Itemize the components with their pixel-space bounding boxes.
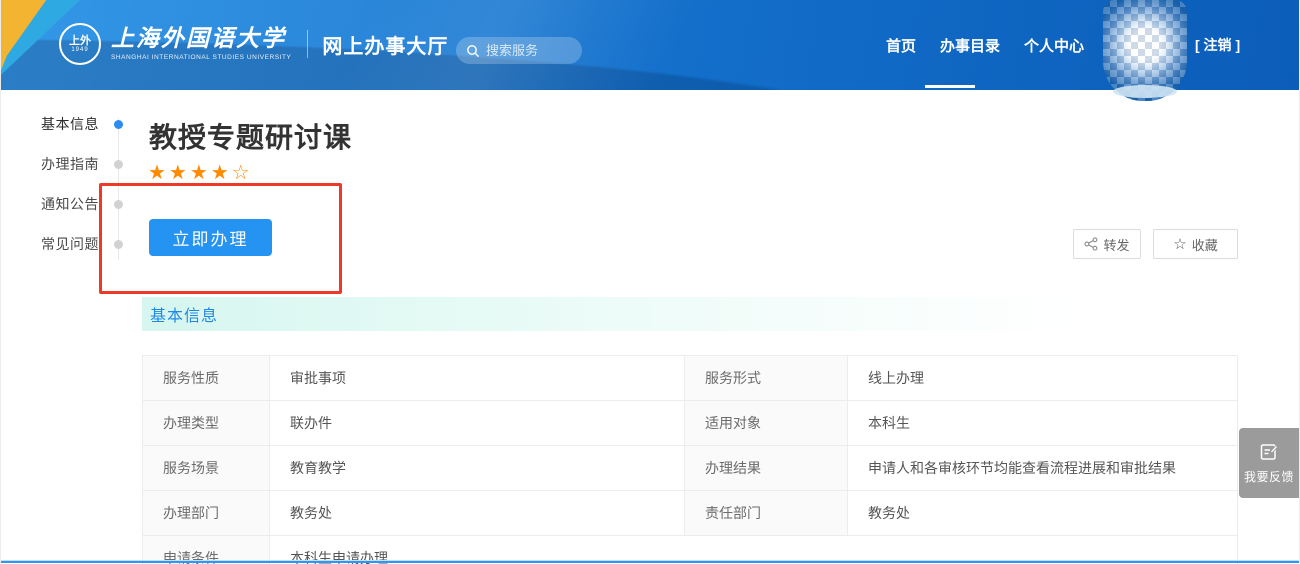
table-label: 服务性质 <box>143 356 270 401</box>
seal-text: 上外 <box>69 35 91 47</box>
table-label: 适用对象 <box>685 401 848 446</box>
search-input[interactable] <box>486 43 566 58</box>
table-value: 本科生 <box>848 401 1238 446</box>
share-button[interactable]: 转发 <box>1073 229 1141 259</box>
table-label: 服务场景 <box>143 446 270 491</box>
share-label: 转发 <box>1103 235 1129 254</box>
sidebar-item-notices[interactable]: 通知公告 <box>41 184 137 224</box>
top-header: 上外 1949 上海外国语大学 SHANGHAI INTERNATIONAL S… <box>1 0 1300 90</box>
university-logo-group[interactable]: 上外 1949 上海外国语大学 SHANGHAI INTERNATIONAL S… <box>59 23 448 65</box>
logout-link[interactable]: [ 注销 ] <box>1195 0 1240 90</box>
table-value: 线上办理 <box>848 356 1238 401</box>
sidebar-dot-icon <box>114 200 123 209</box>
portal-title: 网上办事大厅 <box>322 30 448 59</box>
sidebar-item-label: 办理指南 <box>41 154 99 174</box>
sidebar-item-label: 常见问题 <box>41 234 99 254</box>
section-sidebar: 基本信息 办理指南 通知公告 常见问题 <box>41 104 137 264</box>
sidebar-item-label: 通知公告 <box>41 194 99 214</box>
search-icon <box>466 44 480 58</box>
rating-stars: ★★★★☆ <box>148 162 253 184</box>
sidebar-item-guide[interactable]: 办理指南 <box>41 144 137 184</box>
section-header-basic-info: 基本信息 <box>142 297 1238 331</box>
seal-year: 1949 <box>71 47 88 54</box>
section-title: 基本信息 <box>150 302 218 326</box>
page-title: 教授专题研讨课 <box>149 116 352 156</box>
table-label: 责任部门 <box>685 491 848 536</box>
sidebar-item-faq[interactable]: 常见问题 <box>41 224 137 264</box>
table-value: 教务处 <box>848 491 1238 536</box>
table-value: 审批事项 <box>270 356 685 401</box>
feedback-button[interactable]: 我要反馈 <box>1239 428 1299 498</box>
favorite-button[interactable]: ☆ 收藏 <box>1153 229 1238 259</box>
nav-item-home[interactable]: 首页 <box>886 35 916 56</box>
search-box[interactable] <box>456 37 582 64</box>
sidebar-dot-icon <box>114 120 123 129</box>
sidebar-item-basic-info[interactable]: 基本信息 <box>41 104 137 144</box>
table-label: 办理部门 <box>143 491 270 536</box>
table-value: 申请人和各审核环节均能查看流程进展和审批结果 <box>848 446 1238 491</box>
university-name-en: SHANGHAI INTERNATIONAL STUDIES UNIVERSIT… <box>111 54 291 61</box>
active-nav-underline <box>925 85 975 88</box>
basic-info-table: 服务性质 审批事项 服务形式 线上办理 办理类型 联办件 适用对象 本科生 服务… <box>142 355 1238 564</box>
sidebar-item-label: 基本信息 <box>41 114 99 134</box>
table-label: 办理结果 <box>685 446 848 491</box>
feedback-edit-icon <box>1258 441 1280 463</box>
feedback-label: 我要反馈 <box>1244 468 1294 485</box>
avatar[interactable] <box>1103 0 1187 101</box>
university-names: 上海外国语大学 SHANGHAI INTERNATIONAL STUDIES U… <box>111 27 291 61</box>
apply-now-button[interactable]: 立即办理 <box>149 219 272 256</box>
share-icon <box>1084 237 1098 251</box>
table-label: 服务形式 <box>685 356 848 401</box>
sidebar-dot-icon <box>114 160 123 169</box>
table-value: 教育教学 <box>270 446 685 491</box>
nav-item-personal-center[interactable]: 个人中心 <box>1024 35 1084 56</box>
table-label: 办理类型 <box>143 401 270 446</box>
star-outline-icon: ☆ <box>1173 237 1186 252</box>
logo-divider <box>307 30 308 58</box>
university-seal-icon: 上外 1949 <box>59 23 101 65</box>
university-name-cn: 上海外国语大学 <box>111 27 291 51</box>
window-bottom-edge <box>1 560 1300 563</box>
sidebar-dot-icon <box>114 240 123 249</box>
favorite-label: 收藏 <box>1192 235 1218 254</box>
browser-page: 上外 1949 上海外国语大学 SHANGHAI INTERNATIONAL S… <box>0 0 1300 564</box>
nav-item-service-catalog[interactable]: 办事目录 <box>940 35 1000 56</box>
table-value: 教务处 <box>270 491 685 536</box>
table-value: 联办件 <box>270 401 685 446</box>
